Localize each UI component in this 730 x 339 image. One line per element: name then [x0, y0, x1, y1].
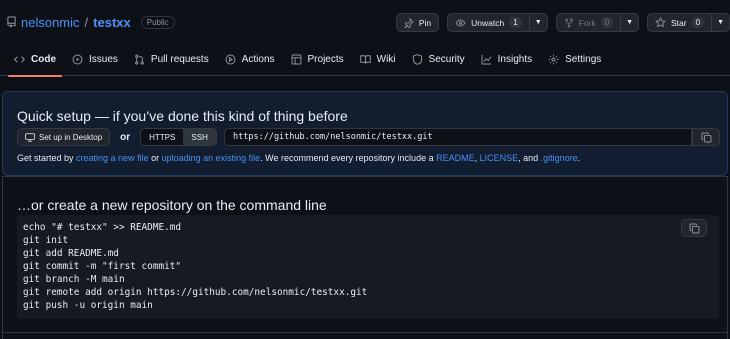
repo-owner-link[interactable]: nelsonmic: [21, 15, 80, 30]
create-new-file-link[interactable]: creating a new file: [76, 153, 149, 163]
help-text: , and: [518, 153, 541, 163]
fork-count: 0: [600, 17, 614, 28]
unwatch-label: Unwatch: [471, 17, 505, 28]
watch-count: 1: [509, 17, 522, 28]
visibility-badge: Public: [140, 15, 175, 29]
tab-pull-requests[interactable]: Pull requests: [126, 44, 217, 74]
pin-icon: [404, 17, 414, 28]
copy-icon: [689, 223, 699, 233]
chevron-down-icon: ▼: [626, 19, 634, 26]
repo-name-link[interactable]: testxx: [93, 15, 131, 30]
tab-issues[interactable]: Issues: [64, 44, 126, 74]
https-toggle[interactable]: HTTPS: [141, 129, 184, 145]
pin-label: Pin: [418, 17, 432, 28]
code-line: git init: [23, 235, 69, 246]
code-line: git commit -m "first commit": [23, 261, 182, 272]
setup-desktop-button[interactable]: Set up in Desktop: [17, 128, 111, 146]
readme-link[interactable]: README: [436, 153, 475, 163]
help-text: . We recommend every repository include …: [260, 153, 437, 163]
star-button[interactable]: Star 0: [647, 13, 713, 32]
code-lines: echo "# testxx" >> README.md git init git …: [23, 221, 367, 312]
setup-desktop-label: Set up in Desktop: [39, 132, 103, 142]
fork-dropdown-button[interactable]: ▼: [621, 13, 640, 32]
fork-label: Fork: [578, 17, 596, 28]
code-line: echo "# testxx" >> README.md: [23, 222, 182, 233]
tab-label: Code: [31, 53, 56, 65]
code-line: git push -u origin main: [23, 300, 153, 311]
shield-icon: [412, 53, 422, 65]
help-text: or: [148, 153, 162, 163]
tab-projects[interactable]: Projects: [283, 44, 352, 74]
quick-setup-panel: Quick setup — if you’ve done this kind o…: [2, 91, 728, 176]
watch-group: Unwatch 1 ▼: [447, 13, 548, 32]
star-dropdown-button[interactable]: ▼: [712, 13, 730, 32]
repo-title: nelsonmic / testxx Public: [6, 15, 175, 30]
clone-url-field[interactable]: https://github.com/nelsonmic/testxx.git: [224, 128, 692, 146]
command-line-title: …or create a new repository on the comma…: [17, 197, 327, 213]
repo-icon: [7, 16, 16, 28]
protocol-toggle: HTTPS SSH: [140, 128, 217, 146]
code-icon: [14, 55, 25, 63]
chevron-down-icon: ▼: [534, 19, 542, 26]
quick-setup-help: Get started by creating a new file or up…: [17, 153, 580, 163]
repo-separator: /: [84, 14, 89, 30]
copy-url-button[interactable]: [692, 128, 720, 146]
quick-setup-row: Set up in Desktop or HTTPS SSH: [17, 128, 217, 146]
star-group: Star 0 ▼: [647, 13, 730, 32]
license-link[interactable]: LICENSE: [480, 153, 519, 163]
fork-button[interactable]: Fork 0: [555, 13, 622, 32]
chevron-down-icon: ▼: [717, 19, 724, 26]
tab-wiki[interactable]: Wiki: [352, 44, 404, 74]
play-icon: [225, 54, 236, 64]
repo-actions: Pin Unwatch 1 ▼ Fork 0 ▼ Star 0 ▼: [395, 13, 730, 32]
eye-icon: [455, 18, 466, 27]
star-count: 0: [691, 17, 705, 28]
tab-label: Actions: [241, 53, 275, 65]
tab-label: Security: [428, 53, 465, 65]
tab-settings[interactable]: Settings: [540, 44, 609, 74]
gear-icon: [548, 54, 559, 64]
code-block: echo "# testxx" >> README.md git init git …: [17, 215, 719, 319]
copy-commands-button[interactable]: [681, 219, 707, 237]
code-line: git branch -M main: [23, 274, 125, 285]
copy-icon: [701, 132, 711, 142]
tab-code[interactable]: Code: [6, 44, 64, 77]
star-icon: [655, 17, 666, 28]
pin-button[interactable]: Pin: [395, 13, 440, 32]
tab-insights[interactable]: Insights: [473, 44, 540, 74]
tab-label: Pull requests: [150, 53, 209, 65]
tab-label: Settings: [565, 53, 602, 65]
repo-header: nelsonmic / testxx Public Pin Unwatch 1 …: [0, 0, 730, 44]
quick-setup-title: Quick setup — if you’ve done this kind o…: [17, 108, 348, 124]
watch-dropdown-button[interactable]: ▼: [529, 13, 548, 32]
section-divider: [2, 332, 728, 333]
unwatch-button[interactable]: Unwatch 1: [447, 13, 530, 32]
tab-label: Issues: [89, 53, 118, 65]
ssh-toggle[interactable]: SSH: [183, 129, 216, 145]
code-line: git add README.md: [23, 248, 119, 259]
upload-file-link[interactable]: uploading an existing file: [162, 153, 261, 163]
table-icon: [291, 54, 301, 64]
pull-request-icon: [135, 53, 144, 65]
graph-icon: [481, 54, 492, 64]
gitignore-link[interactable]: .gitignore: [541, 153, 578, 163]
tab-actions[interactable]: Actions: [217, 44, 283, 74]
issue-icon: [72, 54, 83, 64]
code-line: git remote add origin https://github.com…: [23, 287, 368, 298]
fork-icon: [564, 18, 573, 27]
desktop-icon: [25, 132, 35, 142]
fork-group: Fork 0 ▼: [555, 13, 640, 32]
repo-tabs: Code Issues Pull requests Actions Projec…: [0, 44, 730, 77]
tab-label: Projects: [307, 53, 344, 65]
star-label: Star: [671, 17, 687, 28]
tab-label: Insights: [497, 53, 533, 65]
help-text: Get started by: [17, 153, 77, 163]
or-label: or: [120, 131, 131, 143]
book-icon: [359, 54, 371, 64]
command-line-section: …or create a new repository on the comma…: [2, 176, 728, 339]
tab-label: Wiki: [376, 53, 396, 65]
help-text: .: [577, 153, 581, 163]
tab-security[interactable]: Security: [404, 44, 473, 74]
